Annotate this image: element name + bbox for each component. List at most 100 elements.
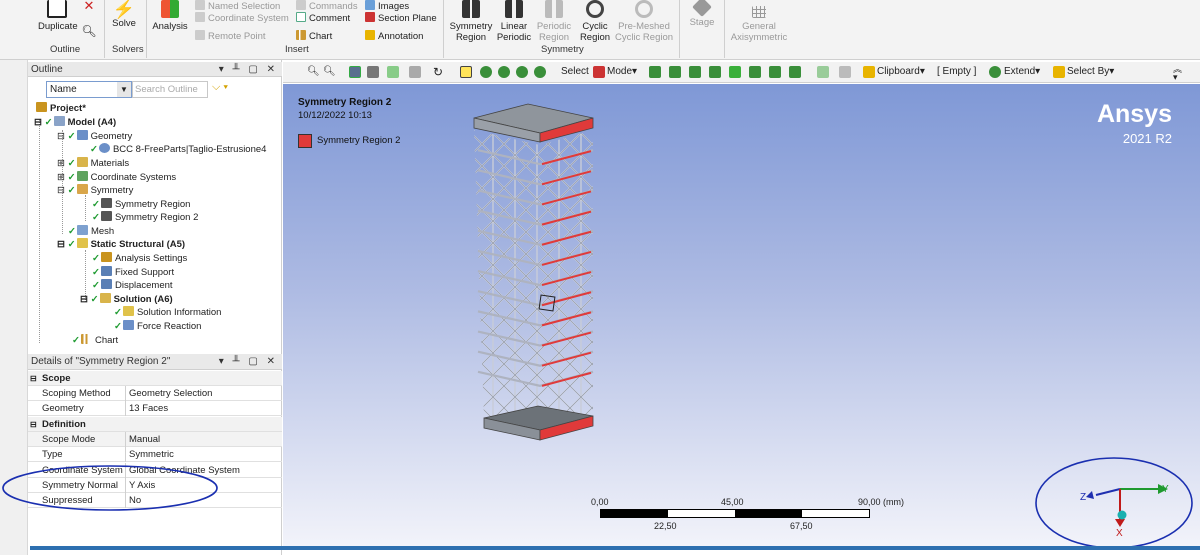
pre-meshed-cyclic-button[interactable]: Pre-Meshed Cyclic Region: [614, 0, 674, 43]
lattice-model[interactable]: [460, 100, 610, 450]
select-face-icon[interactable]: [689, 66, 701, 78]
select-by-dropdown[interactable]: Select By▾: [1067, 65, 1114, 79]
wireframe-icon[interactable]: [387, 66, 399, 78]
select-label[interactable]: Select: [561, 65, 589, 79]
duplicate-button[interactable]: Duplicate: [38, 0, 78, 32]
solution-icon: [99, 293, 111, 303]
tree-item-solution-information[interactable]: ✓ Solution Information: [114, 306, 221, 319]
axis-label-z: Z: [1080, 492, 1087, 503]
search-outline-input[interactable]: Search Outline: [132, 81, 208, 98]
select-mesh-icon[interactable]: [789, 66, 801, 78]
mode-dropdown[interactable]: Mode▾: [607, 65, 637, 79]
model-icon: [53, 116, 65, 126]
zoom-box-icon[interactable]: [498, 66, 510, 78]
details-section-definition[interactable]: ⊟ Definition: [28, 417, 282, 432]
scale-label-45: 45,00: [721, 497, 744, 507]
clipboard-icon[interactable]: [863, 66, 875, 78]
grid-icon: [752, 6, 766, 18]
select-element-icon[interactable]: [749, 66, 761, 78]
rotate-icon[interactable]: ↻: [433, 65, 443, 79]
select-edge-icon[interactable]: [669, 66, 681, 78]
analysis-button[interactable]: Analysis: [150, 0, 190, 32]
display-icon[interactable]: [409, 66, 421, 78]
tree-item-model[interactable]: ⊟ ✓ Model (A4): [34, 116, 116, 129]
select-by-icon[interactable]: [1053, 66, 1065, 78]
zoom-next-icon[interactable]: [534, 66, 546, 78]
tree-item-chart[interactable]: ✓ Chart: [72, 334, 118, 347]
outline-filter-select[interactable]: Name ▼: [46, 81, 132, 98]
select-element-face-icon[interactable]: [769, 66, 781, 78]
comment-button[interactable]: Comment: [296, 12, 350, 25]
symmetry-group-label: Symmetry: [541, 44, 584, 55]
annotation-ellipse-triad: [1035, 457, 1193, 549]
shaded-view-icon[interactable]: [367, 66, 379, 78]
scale-label-22: 22,50: [654, 521, 677, 531]
tree-item-materials[interactable]: ⊞ ✓ Materials: [57, 157, 129, 170]
axis-triad[interactable]: [1034, 455, 1200, 555]
tree-item-coordinate-systems[interactable]: ⊞ ✓ Coordinate Systems: [57, 171, 176, 184]
pane-controls[interactable]: ▾ ╨ ▢ ✕: [219, 354, 278, 369]
details-section-scope[interactable]: ⊟ Scope: [28, 371, 282, 386]
remote-point-button[interactable]: Remote Point: [195, 30, 266, 43]
select-more-icon[interactable]: [817, 66, 829, 78]
stage-button[interactable]: Stage: [684, 0, 720, 28]
tree-item-analysis-settings[interactable]: ✓ Analysis Settings: [92, 252, 187, 265]
toolbar-overflow-icon[interactable]: ︽ ▾: [1173, 65, 1182, 82]
pre-meshed-icon: [635, 0, 653, 18]
pane-controls[interactable]: ▾ ╨ ▢ ✕: [219, 62, 278, 77]
zoom-fit-icon[interactable]: [480, 66, 492, 78]
zoom-in-icon[interactable]: 🔍︎: [307, 65, 320, 79]
zoom-out-icon[interactable]: 🔍︎: [323, 65, 336, 79]
tree-item-project[interactable]: Project*: [36, 102, 86, 115]
extend-icon[interactable]: [989, 66, 1001, 78]
periodic-region-button[interactable]: Periodic Region: [534, 0, 574, 43]
annotation-button[interactable]: Annotation: [365, 30, 423, 43]
select-hide-icon[interactable]: [839, 66, 851, 78]
solvers-group-label: Solvers: [112, 44, 144, 55]
tree-item-body[interactable]: ✓ BCC 8-FreeParts|Taglio-Estrusione4: [90, 143, 266, 156]
cyclic-region-button[interactable]: Cyclic Region: [576, 0, 614, 43]
extend-dropdown[interactable]: Extend▾: [1004, 65, 1040, 79]
iso-view-icon[interactable]: [349, 66, 361, 78]
insert-group-label: Insert: [285, 44, 309, 55]
tree-item-static-structural[interactable]: ⊟ ✓ Static Structural (A5): [57, 238, 185, 251]
details-row[interactable]: Scope Mode Manual: [28, 432, 282, 447]
select-body-icon[interactable]: [709, 66, 721, 78]
clipboard-status: [ Empty ]: [937, 66, 977, 77]
mesh-icon: [76, 225, 88, 235]
coordinate-system-button[interactable]: Coordinate System: [195, 12, 289, 25]
symmetry-folder-icon: [76, 184, 88, 194]
select-vertex-icon[interactable]: [649, 66, 661, 78]
details-row[interactable]: Geometry 13 Faces: [28, 401, 282, 416]
general-axisymmetric-button[interactable]: General Axisymmetric: [728, 6, 790, 43]
legend-swatch: [298, 134, 312, 148]
linear-periodic-button[interactable]: Linear Periodic: [494, 0, 534, 43]
search-icon[interactable]: 🔍︎: [80, 25, 98, 37]
delete-icon[interactable]: ✕: [80, 0, 98, 12]
status-bar-accent: [30, 546, 1200, 550]
tree-item-solution[interactable]: ⊟ ✓ Solution (A6): [80, 293, 173, 306]
version-label: 2021 R2: [1122, 131, 1172, 146]
select-node-icon[interactable]: [729, 66, 741, 78]
tree-item-symmetry-region-2[interactable]: ✓ Symmetry Region 2: [92, 211, 198, 224]
filter-expand-icon[interactable]: ⌵ ▾: [212, 81, 228, 94]
viewport-timestamp: 10/12/2022 10:13: [298, 110, 372, 121]
clipboard-dropdown[interactable]: Clipboard▾: [877, 65, 925, 79]
probe-icon: [122, 320, 134, 330]
tree-item-fixed-support[interactable]: ✓ Fixed Support: [92, 266, 174, 279]
chart-button[interactable]: Chart: [296, 30, 332, 43]
pan-icon[interactable]: [460, 66, 472, 78]
zoom-prev-icon[interactable]: [516, 66, 528, 78]
cursor-icon[interactable]: [593, 66, 605, 78]
tree-item-force-reaction[interactable]: ✓ Force Reaction: [114, 320, 201, 333]
symmetry-region-button[interactable]: Symmetry Region: [448, 0, 494, 43]
tree-item-geometry[interactable]: ⊟ ✓ Geometry: [57, 130, 132, 143]
tree-item-displacement[interactable]: ✓ Displacement: [92, 279, 173, 292]
tree-item-mesh[interactable]: ✓ Mesh: [68, 225, 114, 238]
tree-item-symmetry-region[interactable]: ✓ Symmetry Region: [92, 198, 190, 211]
details-row[interactable]: Scoping Method Geometry Selection: [28, 386, 282, 401]
chart-icon: [80, 334, 92, 344]
solve-button[interactable]: ⚡ Solve: [108, 0, 140, 29]
section-plane-button[interactable]: Section Plane: [365, 12, 437, 25]
tree-item-symmetry[interactable]: ⊟ ✓ Symmetry: [57, 184, 133, 197]
